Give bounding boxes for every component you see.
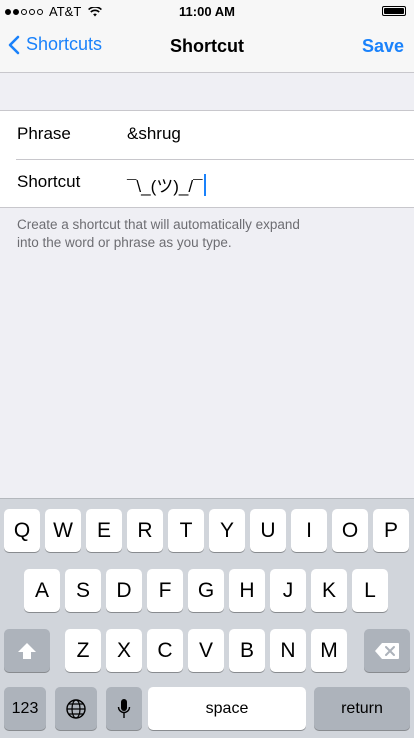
help-text: Create a shortcut that will automaticall…: [17, 217, 300, 250]
shortcut-field[interactable]: ¯\_(ツ)_/¯: [127, 172, 207, 197]
shortcut-field-text: ¯\_(ツ)_/¯: [127, 177, 203, 196]
keyboard: Q W E R T Y U I O P A S D F G H J K L Z …: [0, 498, 414, 738]
text-cursor: [204, 173, 207, 196]
key-p[interactable]: P: [373, 509, 409, 552]
shift-icon: [18, 642, 36, 659]
delete-icon: [375, 642, 399, 659]
key-w[interactable]: W: [45, 509, 81, 552]
numbers-key-label: 123: [11, 699, 39, 717]
key-d[interactable]: D: [106, 569, 142, 612]
key-i[interactable]: I: [291, 509, 327, 552]
key-j[interactable]: J: [270, 569, 306, 612]
status-time: 11:00 AM: [179, 4, 235, 19]
globe-key[interactable]: [55, 687, 97, 730]
key-g[interactable]: G: [188, 569, 224, 612]
key-t[interactable]: T: [168, 509, 204, 552]
key-v[interactable]: V: [188, 629, 224, 672]
space-key-label: space: [205, 699, 249, 717]
key-k[interactable]: K: [311, 569, 347, 612]
key-o[interactable]: O: [332, 509, 368, 552]
phrase-label: Phrase: [17, 124, 71, 143]
key-e[interactable]: E: [86, 509, 122, 552]
shortcut-row[interactable]: Shortcut ¯\_(ツ)_/¯: [0, 159, 414, 207]
navigation-bar: Shortcuts Shortcut Save: [0, 22, 414, 73]
return-key[interactable]: return: [314, 687, 410, 730]
key-r[interactable]: R: [127, 509, 163, 552]
key-u[interactable]: U: [250, 509, 286, 552]
page-title: Shortcut: [170, 36, 244, 56]
phrase-row[interactable]: Phrase &shrug: [0, 111, 414, 159]
key-a[interactable]: A: [24, 569, 60, 612]
delete-key[interactable]: [364, 629, 410, 672]
key-y[interactable]: Y: [209, 509, 245, 552]
battery-icon: [382, 6, 406, 16]
key-z[interactable]: Z: [65, 629, 101, 672]
key-x[interactable]: X: [106, 629, 142, 672]
shortcut-form: Phrase &shrug Shortcut ¯\_(ツ)_/¯: [0, 110, 414, 208]
key-c[interactable]: C: [147, 629, 183, 672]
phrase-field[interactable]: &shrug: [127, 124, 181, 144]
microphone-icon: [117, 698, 131, 718]
globe-icon: [66, 698, 86, 719]
key-l[interactable]: L: [352, 569, 388, 612]
key-m[interactable]: M: [311, 629, 347, 672]
key-q[interactable]: Q: [4, 509, 40, 552]
key-f[interactable]: F: [147, 569, 183, 612]
key-b[interactable]: B: [229, 629, 265, 672]
save-button[interactable]: Save: [362, 36, 404, 57]
key-n[interactable]: N: [270, 629, 306, 672]
shift-key[interactable]: [4, 629, 50, 672]
dictation-key[interactable]: [106, 687, 142, 730]
numbers-key[interactable]: 123: [4, 687, 46, 730]
status-bar: AT&T 11:00 AM: [0, 0, 414, 22]
shortcut-label: Shortcut: [17, 172, 81, 191]
return-key-label: return: [341, 699, 383, 717]
space-key[interactable]: space: [148, 687, 306, 730]
key-s[interactable]: S: [65, 569, 101, 612]
key-h[interactable]: H: [229, 569, 265, 612]
